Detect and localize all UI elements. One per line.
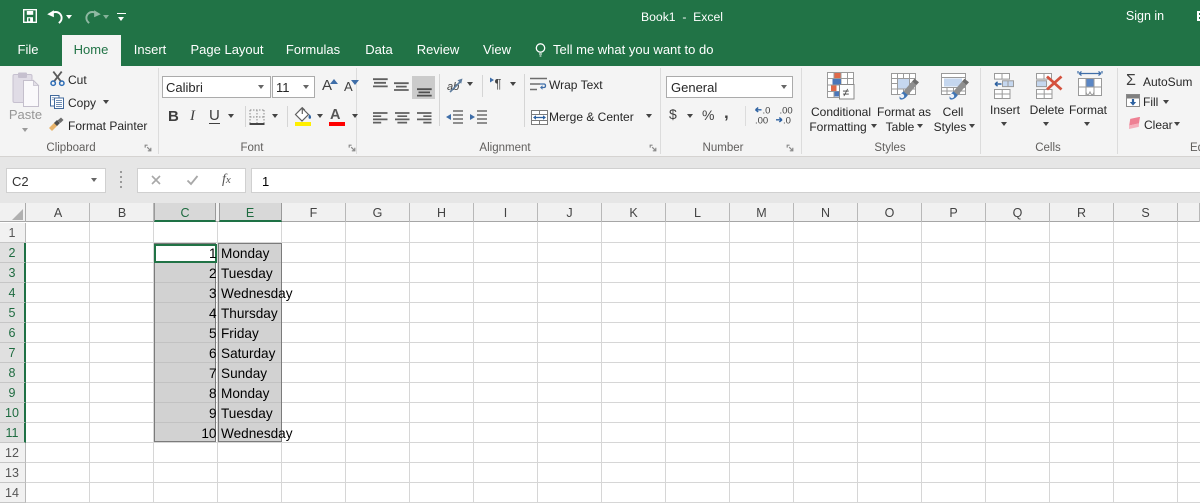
svg-text:≠: ≠ (843, 86, 850, 100)
svg-text:.00: .00 (755, 116, 768, 127)
svg-text:¶: ¶ (495, 76, 502, 91)
svg-text:ab: ab (447, 81, 459, 93)
svg-text:.0: .0 (783, 116, 791, 127)
